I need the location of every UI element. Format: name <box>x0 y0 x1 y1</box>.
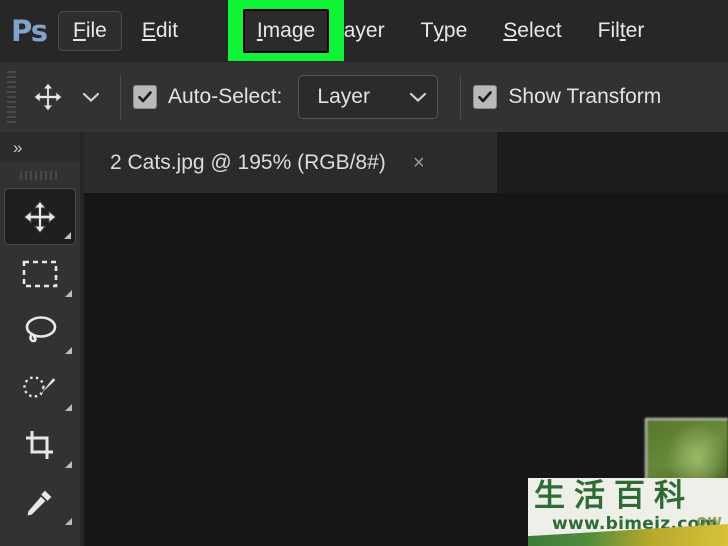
auto-select-checkbox-box <box>133 85 157 109</box>
checkmark-icon <box>478 91 493 103</box>
tool-rectangular-marquee[interactable] <box>4 245 76 302</box>
menu-layer-rest: ayer <box>343 19 385 42</box>
menu-item-image[interactable]: Image <box>242 8 330 53</box>
watermark-characters: 生 活 百 科 <box>534 480 728 513</box>
double-chevron-right-icon: » <box>13 137 23 157</box>
options-divider-1 <box>120 75 121 119</box>
menu-filter-pre: Fil <box>597 19 620 42</box>
tool-flyout-triangle-icon <box>65 461 72 468</box>
watermark: 生 活 百 科 www.bimeiz.com ow <box>528 478 728 546</box>
move-tool-icon <box>33 82 63 112</box>
menu-image-rest: mage <box>262 18 316 42</box>
quick-selection-tool-icon <box>23 375 56 398</box>
rectangular-marquee-tool-icon <box>22 260 58 287</box>
menu-filter-rest: er <box>625 19 645 42</box>
chevron-down-icon <box>410 92 427 103</box>
menu-select-accel: S <box>503 19 518 42</box>
tools-panel: » <box>0 132 80 546</box>
menu-select-rest: elect <box>517 19 562 42</box>
options-bar: Auto-Select: Layer Show Transform <box>0 62 728 132</box>
document-tab[interactable]: 2 Cats.jpg @ 195% (RGB/8#) × <box>84 132 497 193</box>
menu-file-rest: ile <box>85 19 107 42</box>
tool-flyout-triangle-icon <box>65 347 72 354</box>
watermark-char-1: 生 <box>534 478 566 514</box>
active-tool-indicator[interactable] <box>22 62 74 132</box>
menu-item-type[interactable]: Ty pe <box>407 11 482 51</box>
menu-file-accel: F <box>73 19 86 42</box>
menu-type-rest: pe <box>443 19 468 42</box>
eyedropper-tool-icon <box>26 488 53 517</box>
document-tab-bar: 2 Cats.jpg @ 195% (RGB/8#) × <box>84 132 728 193</box>
close-icon[interactable]: × <box>408 152 430 174</box>
tool-spot-healing-brush[interactable] <box>4 530 76 546</box>
show-transform-checkbox-box <box>473 85 498 109</box>
tool-eyedropper[interactable] <box>4 473 76 530</box>
tool-flyout-triangle-icon <box>65 290 72 297</box>
watermark-char-2: 活 <box>574 478 606 514</box>
document-tab-title: 2 Cats.jpg @ 195% (RGB/8#) <box>110 150 386 174</box>
auto-select-label: Auto-Select: <box>168 85 283 108</box>
auto-select-checkbox[interactable]: Auto-Select: <box>133 85 282 109</box>
spot-healing-brush-tool-icon <box>30 545 34 546</box>
menu-item-edit[interactable]: Edit <box>128 11 192 51</box>
tool-preset-dropdown[interactable] <box>74 62 108 132</box>
tool-crop[interactable] <box>4 416 76 473</box>
menu-bar: Ps File Edit Layer Type Select Filter <box>0 0 728 62</box>
menu-item-filter[interactable]: Fil t er <box>584 11 659 51</box>
grip-dots-icon <box>20 170 60 180</box>
move-tool-icon <box>23 199 57 234</box>
image-menu-highlight: Image <box>228 0 344 61</box>
menu-item-file[interactable]: File <box>58 11 122 51</box>
toolbar-drag-handle[interactable] <box>0 162 80 188</box>
watermark-char-3: 百 <box>614 478 646 514</box>
checkmark-icon <box>138 91 152 103</box>
tool-lasso[interactable] <box>4 302 76 359</box>
tool-quick-selection[interactable] <box>4 359 76 416</box>
auto-select-chevron <box>387 91 427 103</box>
lasso-tool-icon <box>25 315 57 342</box>
tool-move[interactable] <box>4 188 76 245</box>
crop-tool-icon <box>26 430 53 459</box>
auto-select-target-dropdown[interactable]: Layer <box>298 75 439 119</box>
menu-edit-rest: dit <box>155 19 179 42</box>
options-divider-2 <box>460 75 462 119</box>
toolbar-expand-button[interactable]: » <box>0 132 80 162</box>
watermark-char-4: 科 <box>654 478 686 514</box>
photoshop-logo: Ps <box>10 14 48 48</box>
menu-item-select[interactable]: Select <box>489 11 575 51</box>
tool-flyout-triangle-icon <box>65 404 72 411</box>
menu-type-accel: y <box>433 19 444 42</box>
grip-lines-icon <box>6 71 16 123</box>
menu-edit-accel: E <box>141 19 156 42</box>
menu-type-pre: T <box>420 19 434 42</box>
options-bar-grip[interactable] <box>0 62 22 132</box>
tool-flyout-triangle-icon <box>65 518 72 525</box>
show-transform-checkbox[interactable]: Show Transform <box>473 85 661 109</box>
photoshop-window: Ps File Edit Layer Type Select Filter Im… <box>0 0 728 546</box>
show-transform-label: Show Transform <box>508 85 662 108</box>
tool-flyout-triangle-icon <box>64 232 71 239</box>
auto-select-target-value: Layer <box>317 85 370 108</box>
chevron-down-icon <box>82 92 100 103</box>
